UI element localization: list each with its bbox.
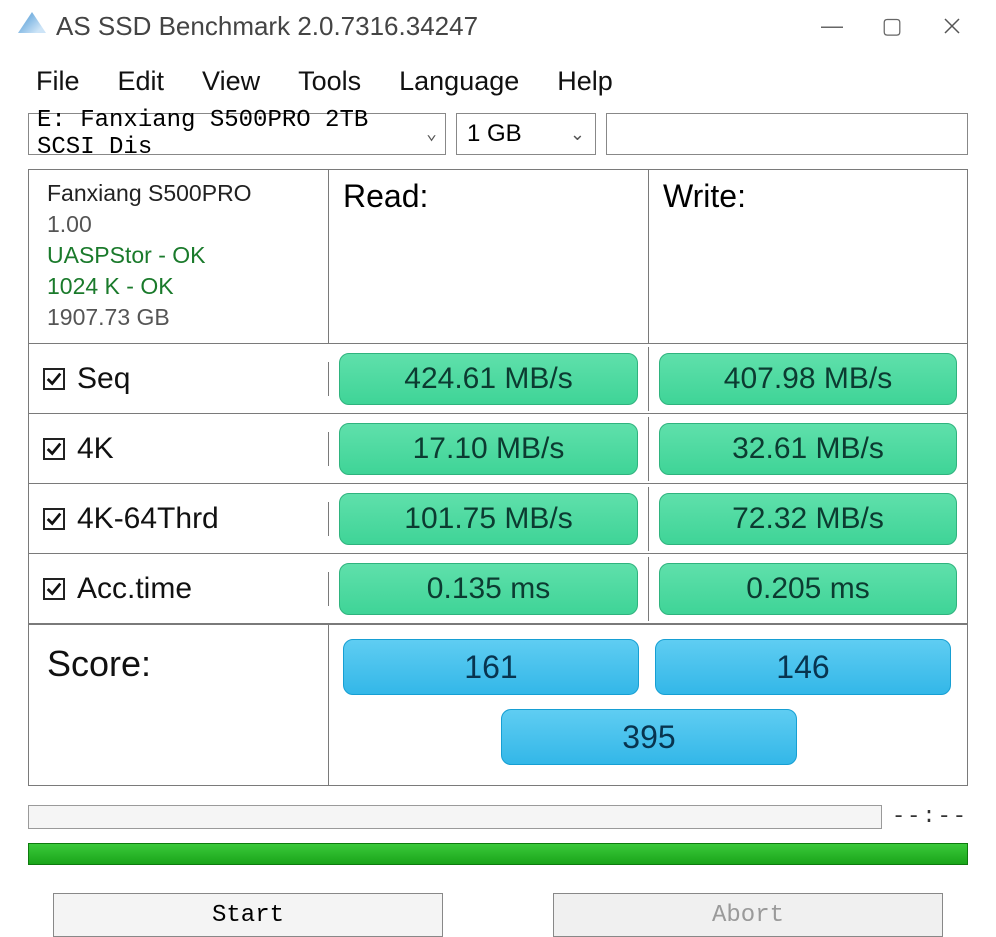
progress-area: --:-- xyxy=(28,804,968,829)
titlebar: AS SSD Benchmark 2.0.7316.34247 — ▢ xyxy=(0,0,996,52)
4k-read-value: 17.10 MB/s xyxy=(339,423,638,475)
driver-status: UASPStor - OK xyxy=(47,240,314,271)
test-4k64-label: 4K-64Thrd xyxy=(77,502,219,536)
read-header: Read: xyxy=(329,170,649,343)
size-select-value: 1 GB xyxy=(467,120,522,148)
seq-write-value: 407.98 MB/s xyxy=(659,353,957,405)
test-seq: Seq xyxy=(29,362,329,396)
checkbox-seq[interactable] xyxy=(43,368,65,390)
minimize-button[interactable]: — xyxy=(802,8,862,44)
acc-write-value: 0.205 ms xyxy=(659,563,957,615)
drive-select[interactable]: E: Fanxiang S500PRO 2TB SCSI Dis ⌄ xyxy=(28,113,446,155)
4k-write-value: 32.61 MB/s xyxy=(659,423,957,475)
drive-select-value: E: Fanxiang S500PRO 2TB SCSI Dis xyxy=(37,107,426,161)
progress-time: --:-- xyxy=(892,804,968,829)
close-button[interactable] xyxy=(922,8,982,44)
score-area: 161 146 395 xyxy=(329,625,967,785)
4k64-read-value: 101.75 MB/s xyxy=(339,493,638,545)
checkbox-acc[interactable] xyxy=(43,578,65,600)
app-icon xyxy=(18,12,46,40)
device-name: Fanxiang S500PRO xyxy=(47,178,314,209)
maximize-button[interactable]: ▢ xyxy=(862,8,922,44)
start-button[interactable]: Start xyxy=(53,893,443,937)
abort-button: Abort xyxy=(553,893,943,937)
button-row: Start Abort xyxy=(0,893,996,937)
comment-input[interactable] xyxy=(606,113,968,155)
score-write: 146 xyxy=(655,639,951,695)
menu-tools[interactable]: Tools xyxy=(298,66,361,97)
score-read: 161 xyxy=(343,639,639,695)
size-select[interactable]: 1 GB ⌄ xyxy=(456,113,596,155)
results-panel: Fanxiang S500PRO 1.00 UASPStor - OK 1024… xyxy=(28,169,968,786)
menu-view[interactable]: View xyxy=(202,66,260,97)
menu-file[interactable]: File xyxy=(36,66,80,97)
menu-edit[interactable]: Edit xyxy=(118,66,165,97)
write-header: Write: xyxy=(649,170,967,343)
test-4k: 4K xyxy=(29,432,329,466)
chevron-down-icon: ⌄ xyxy=(426,123,437,145)
test-seq-label: Seq xyxy=(77,362,130,396)
score-total: 395 xyxy=(501,709,797,765)
align-status: 1024 K - OK xyxy=(47,271,314,302)
progress-bar xyxy=(28,805,882,829)
checkbox-4k[interactable] xyxy=(43,438,65,460)
4k64-write-value: 72.32 MB/s xyxy=(659,493,957,545)
menubar: File Edit View Tools Language Help xyxy=(0,52,996,113)
seq-read-value: 424.61 MB/s xyxy=(339,353,638,405)
acc-read-value: 0.135 ms xyxy=(339,563,638,615)
window-title: AS SSD Benchmark 2.0.7316.34247 xyxy=(56,11,478,42)
test-4k-label: 4K xyxy=(77,432,114,466)
test-acc-label: Acc.time xyxy=(77,572,192,606)
device-info: Fanxiang S500PRO 1.00 UASPStor - OK 1024… xyxy=(29,170,329,343)
device-firmware: 1.00 xyxy=(47,209,314,240)
status-bar xyxy=(28,843,968,865)
test-4k64: 4K-64Thrd xyxy=(29,502,329,536)
chevron-down-icon: ⌄ xyxy=(570,124,585,145)
test-acc: Acc.time xyxy=(29,572,329,606)
device-capacity: 1907.73 GB xyxy=(47,302,314,333)
score-label: Score: xyxy=(29,625,329,785)
menu-help[interactable]: Help xyxy=(557,66,613,97)
checkbox-4k64[interactable] xyxy=(43,508,65,530)
menu-language[interactable]: Language xyxy=(399,66,519,97)
controls-row: E: Fanxiang S500PRO 2TB SCSI Dis ⌄ 1 GB … xyxy=(0,113,996,165)
